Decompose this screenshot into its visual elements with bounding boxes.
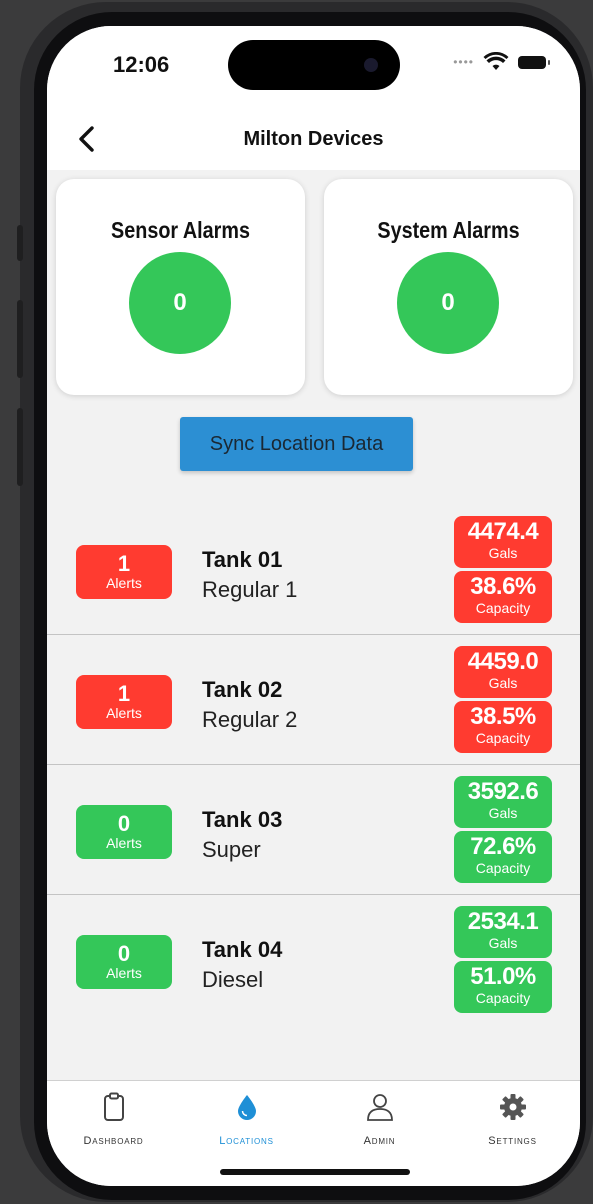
tab-locations[interactable]: Locations — [180, 1081, 313, 1161]
gallons-value: 4459.0 — [467, 648, 539, 675]
gallons-badge: 4459.0 Gals — [454, 646, 552, 698]
page-title: Milton Devices — [243, 128, 384, 150]
tank-product: Diesel — [202, 967, 264, 992]
alerts-badge: 1 Alerts — [76, 545, 172, 599]
volume-down-button — [17, 408, 23, 486]
tank-product: Super — [202, 837, 261, 862]
mute-switch — [17, 225, 23, 261]
dynamic-island — [228, 40, 400, 90]
capacity-value: 38.5% — [470, 703, 536, 730]
alert-count: 1 — [117, 681, 131, 706]
alerts-badge: 0 Alerts — [76, 935, 172, 989]
navigation-bar: Milton Devices — [47, 114, 580, 170]
tab-label: Settings — [488, 1135, 537, 1147]
tab-label: Dashboard — [83, 1135, 144, 1147]
volume-up-button — [17, 300, 23, 378]
alert-label: Alerts — [106, 705, 142, 721]
gallons-badge: 3592.6 Gals — [454, 776, 552, 828]
alerts-badge: 0 Alerts — [76, 805, 172, 859]
gallons-badge: 4474.4 Gals — [454, 516, 552, 568]
tab-admin[interactable]: Admin — [313, 1081, 446, 1161]
app-screen: 12:06 •••• Milton Devices Sensor Alarms … — [47, 26, 580, 1186]
gallons-badge: 2534.1 Gals — [454, 906, 552, 958]
alert-label: Alerts — [106, 575, 142, 591]
capacity-badge: 51.0% Capacity — [454, 961, 552, 1013]
tank-name: Tank 01 — [202, 547, 283, 572]
alerts-badge: 1 Alerts — [76, 675, 172, 729]
tank-row[interactable]: 1 Alerts Tank 01 Regular 1 4474.4 Gals 3… — [47, 505, 580, 635]
tank-name: Tank 02 — [202, 677, 283, 702]
cellular-signal-icon: •••• — [453, 55, 474, 69]
tab-settings[interactable]: Settings — [446, 1081, 579, 1161]
battery-icon — [518, 55, 550, 69]
tank-name: Tank 03 — [202, 807, 283, 832]
tank-row[interactable]: 1 Alerts Tank 02 Regular 2 4459.0 Gals 3… — [47, 635, 580, 765]
capacity-label: Capacity — [475, 990, 531, 1006]
gallons-label: Gals — [488, 805, 518, 821]
capacity-badge: 38.5% Capacity — [454, 701, 552, 753]
tank-name: Tank 04 — [202, 937, 283, 962]
tank-product: Regular 2 — [202, 707, 298, 732]
camera-icon — [364, 58, 378, 72]
capacity-label: Capacity — [475, 730, 531, 746]
tank-product: Regular 1 — [202, 577, 298, 602]
alert-count: 0 — [117, 811, 131, 836]
gallons-value: 4474.4 — [467, 518, 539, 545]
tank-row[interactable]: 0 Alerts Tank 04 Diesel 2534.1 Gals 51.0… — [47, 895, 580, 1024]
gallons-label: Gals — [488, 675, 518, 691]
card-title: System Alarms — [377, 217, 520, 243]
wifi-icon — [483, 52, 509, 70]
sync-location-data-button[interactable]: Sync Location Data — [180, 417, 413, 471]
gallons-value: 2534.1 — [467, 908, 539, 935]
system-alarm-count: 0 — [397, 252, 499, 354]
capacity-badge: 72.6% Capacity — [454, 831, 552, 883]
gallons-value: 3592.6 — [467, 778, 539, 805]
person-icon — [366, 1094, 393, 1121]
tab-dashboard[interactable]: Dashboard — [47, 1081, 180, 1161]
alert-label: Alerts — [106, 965, 142, 981]
tab-label: Locations — [219, 1135, 274, 1147]
capacity-value: 51.0% — [470, 963, 536, 990]
capacity-badge: 38.6% Capacity — [454, 571, 552, 623]
gear-icon — [499, 1094, 526, 1120]
status-time: 12:06 — [113, 52, 170, 77]
clipboard-icon — [103, 1092, 124, 1121]
sensor-alarm-count: 0 — [129, 252, 231, 354]
water-drop-icon — [237, 1095, 256, 1120]
gallons-label: Gals — [488, 545, 518, 561]
tank-row[interactable]: 0 Alerts Tank 03 Super 3592.6 Gals 72.6%… — [47, 765, 580, 895]
tab-label: Admin — [363, 1135, 396, 1147]
sensor-alarms-card[interactable]: Sensor Alarms 0 — [56, 179, 305, 395]
capacity-label: Capacity — [475, 860, 531, 876]
capacity-value: 38.6% — [470, 573, 536, 600]
gallons-label: Gals — [488, 935, 518, 951]
capacity-label: Capacity — [475, 600, 531, 616]
status-indicators: •••• — [453, 50, 550, 74]
status-bar: 12:06 •••• — [47, 26, 580, 114]
system-alarms-card[interactable]: System Alarms 0 — [324, 179, 573, 395]
card-title: Sensor Alarms — [111, 217, 250, 243]
alert-count: 0 — [117, 941, 131, 966]
alert-count: 1 — [117, 551, 131, 576]
alert-label: Alerts — [106, 835, 142, 851]
home-indicator[interactable] — [220, 1169, 410, 1175]
capacity-value: 72.6% — [470, 833, 536, 860]
